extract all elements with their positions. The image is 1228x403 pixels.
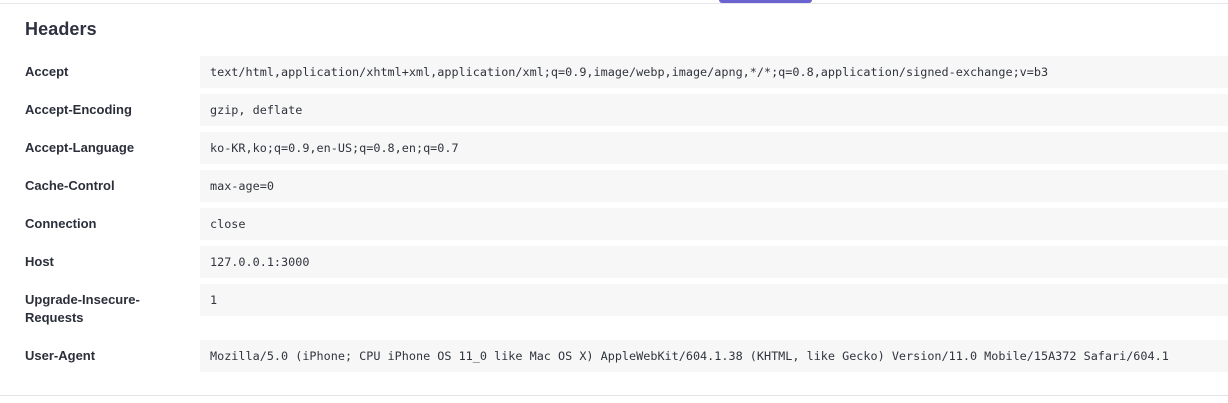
header-value-accept-language: ko-KR,ko;q=0.9,en-US;q=0.8,en;q=0.7: [200, 132, 1228, 164]
header-value-accept: text/html,application/xhtml+xml,applicat…: [200, 56, 1228, 88]
header-name-upgrade-insecure-requests: Upgrade-Insecure- Requests: [25, 291, 175, 327]
section-title: Headers: [25, 19, 97, 39]
header-value-connection: close: [200, 208, 1228, 240]
header-value-cache-control: max-age=0: [200, 170, 1228, 202]
bottom-divider: [0, 395, 1228, 396]
header-name-accept-language: Accept-Language: [25, 140, 135, 155]
header-name-connection: Connection: [25, 216, 97, 231]
header-name-accept-encoding: Accept-Encoding: [25, 102, 132, 117]
header-value-accept-encoding: gzip, deflate: [200, 94, 1228, 126]
top-divider: [0, 3, 1228, 4]
header-name-user-agent: User-Agent: [25, 348, 96, 363]
request-headers-page: Headers Accept text/html,application/xht…: [0, 0, 1228, 403]
header-name-line-1: Upgrade-Insecure-: [25, 292, 140, 307]
header-name-accept: Accept: [25, 64, 69, 79]
header-name-line-2: Requests: [25, 310, 84, 325]
active-tab-indicator: [719, 0, 812, 3]
header-value-upgrade-insecure-requests: 1: [200, 284, 1228, 316]
header-value-host: 127.0.0.1:3000: [200, 246, 1228, 278]
header-value-user-agent: Mozilla/5.0 (iPhone; CPU iPhone OS 11_0 …: [200, 340, 1228, 372]
header-name-host: Host: [25, 254, 54, 269]
header-name-cache-control: Cache-Control: [25, 178, 115, 193]
